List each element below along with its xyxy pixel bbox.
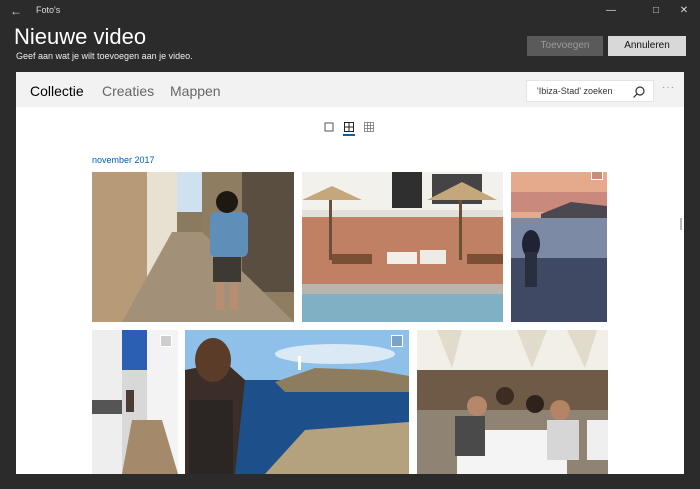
search-input[interactable]: 'Ibiza-Stad' zoeken: [526, 80, 654, 102]
large-view-icon[interactable]: [322, 120, 336, 134]
tab-collectie[interactable]: Collectie: [30, 83, 84, 99]
maximize-icon[interactable]: □: [641, 0, 671, 22]
alley-street-photo[interactable]: [92, 172, 294, 322]
content-panel: Collectie Creaties Mappen 'Ibiza-Stad' z…: [16, 72, 684, 474]
back-arrow-icon[interactable]: ←: [8, 3, 24, 19]
panel-header: Collectie Creaties Mappen 'Ibiza-Stad' z…: [16, 72, 684, 107]
app-title: Foto's: [36, 5, 61, 15]
cancel-button[interactable]: Annuleren: [608, 36, 686, 56]
select-checkbox[interactable]: [591, 172, 603, 180]
more-options-icon[interactable]: ···: [662, 82, 675, 93]
page-title: Nieuwe video: [14, 24, 147, 49]
add-button[interactable]: Toevoegen: [527, 36, 603, 56]
close-icon[interactable]: ✕: [669, 0, 699, 22]
group-date-label: november 2017: [92, 155, 155, 165]
small-view-icon[interactable]: [362, 120, 376, 134]
scrollbar-thumb[interactable]: [680, 218, 682, 230]
search-text: 'Ibiza-Stad' zoeken: [537, 86, 613, 96]
medium-view-icon[interactable]: [342, 120, 356, 134]
select-checkbox[interactable]: [391, 335, 403, 347]
tab-creaties[interactable]: Creaties: [102, 83, 154, 99]
sunset-beach-photo[interactable]: [511, 172, 607, 322]
view-selected-indicator: [343, 134, 355, 136]
dinner-group-photo[interactable]: [417, 330, 608, 474]
minimize-icon[interactable]: —: [596, 0, 626, 22]
pool-umbrellas-photo[interactable]: [302, 172, 503, 322]
title-bar: ← Foto's — □ ✕: [0, 0, 700, 22]
tab-mappen[interactable]: Mappen: [170, 83, 221, 99]
page-subtitle: Geef aan wat je wilt toevoegen aan je vi…: [16, 51, 193, 61]
search-icon[interactable]: [631, 84, 647, 100]
select-checkbox[interactable]: [160, 335, 172, 347]
sea-coast-photo[interactable]: [185, 330, 409, 474]
stairs-street-photo[interactable]: [92, 330, 178, 474]
